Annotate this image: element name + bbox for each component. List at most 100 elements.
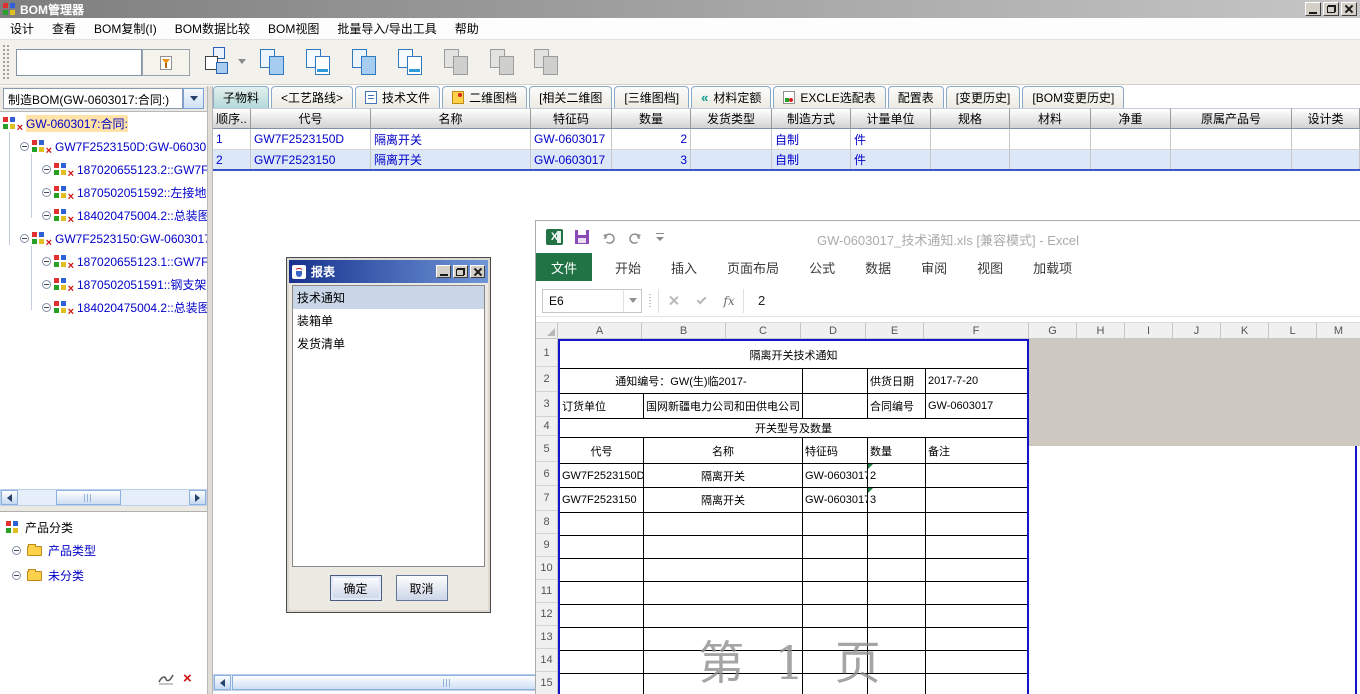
ribbon-tab-review[interactable]: 审阅 [906,253,962,281]
cell-supply-date[interactable]: 2017-7-20 [926,369,1027,393]
cell[interactable] [868,605,926,627]
ribbon-tab-page-layout[interactable]: 页面布局 [712,253,794,281]
row-header[interactable]: 6 [536,462,557,486]
column-header[interactable]: 顺序.. [213,108,251,129]
cell[interactable] [560,674,644,694]
cell-qty[interactable]: 2 [612,129,691,150]
ok-button[interactable]: 确定 [330,575,382,601]
cell[interactable] [803,369,868,393]
report-button[interactable] [142,49,190,76]
scroll-left-button[interactable] [1,490,18,505]
cell[interactable] [560,513,644,535]
category-item-product-type[interactable]: 产品类型 [0,538,207,563]
cell-name[interactable]: 隔离开关 [371,150,531,169]
table-row[interactable]: 1 GW7F2523150D 隔离开关 GW-0603017 2 自制 件 [213,129,1360,150]
cell-header-feature[interactable]: 特征码 [803,438,868,463]
tree-item[interactable]: GW7F2523150D:GW-0603017: [0,135,207,158]
list-item-packing-list[interactable]: 装箱单 [293,309,484,332]
dialog-close-button[interactable] [470,265,485,278]
cell[interactable] [803,559,868,581]
column-header[interactable]: 制造方式 [772,108,851,129]
cell-material[interactable] [1010,129,1091,150]
copy-button-3[interactable] [350,48,382,78]
cell[interactable] [868,513,926,535]
cell-orderer[interactable]: 国网新疆电力公司和田供电公司 [644,394,803,418]
scroll-left-button[interactable] [214,675,231,690]
ribbon-tab-data[interactable]: 数据 [850,253,906,281]
row-header[interactable]: 11 [536,580,557,603]
cell-unit[interactable]: 件 [851,129,931,150]
cell[interactable] [803,674,868,694]
column-header[interactable]: 原属产品号 [1171,108,1292,129]
cell-qty[interactable]: 3 [612,150,691,169]
cell-seq[interactable]: 2 [213,150,251,169]
cell[interactable] [868,582,926,604]
undo-icon[interactable] [601,231,616,244]
ribbon-tab-formulas[interactable]: 公式 [794,253,850,281]
cell[interactable] [803,394,868,418]
close-button[interactable] [1341,2,1357,16]
expand-handle-icon[interactable] [42,257,51,266]
cell[interactable] [803,536,868,558]
cell[interactable] [926,536,1027,558]
cell-spec[interactable] [931,129,1010,150]
signature-icon[interactable] [158,672,174,686]
cell-contract-label[interactable]: 合同编号 [868,394,926,418]
cell[interactable] [644,674,803,694]
row-header[interactable]: 8 [536,511,557,534]
cell[interactable] [644,536,803,558]
ribbon-tab-view[interactable]: 视图 [962,253,1018,281]
expand-handle-icon[interactable] [20,142,29,151]
col-header[interactable]: J [1173,323,1221,338]
cell-a6[interactable]: GW7F2523150D [560,464,644,487]
dialog-minimize-button[interactable] [436,265,451,278]
col-header[interactable]: H [1077,323,1125,338]
column-header[interactable]: 名称 [371,108,531,129]
cancel-button[interactable]: 取消 [396,575,448,601]
cell[interactable] [868,674,926,694]
panel-splitter[interactable] [207,86,213,694]
select-all-corner[interactable] [536,323,558,338]
cell-a7[interactable]: GW7F2523150 [560,488,644,512]
cell[interactable] [868,536,926,558]
row-header[interactable]: 4 [536,417,557,436]
column-header[interactable]: 规格 [931,108,1010,129]
cell-make-type[interactable]: 自制 [772,150,851,169]
cell-spec[interactable] [931,150,1010,169]
cell[interactable] [803,605,868,627]
tree-item[interactable]: 184020475004.2::总装图:3:. [0,296,207,319]
cell-origin[interactable] [1171,150,1292,169]
expand-handle-icon[interactable] [42,211,51,220]
copy-button-1[interactable] [258,48,290,78]
tree-item[interactable]: 1870502051592::左接地钢支 [0,181,207,204]
tab-process-route[interactable]: <工艺路线> [271,86,353,108]
cell[interactable] [868,651,926,673]
cell-d7[interactable]: GW-0603017 [803,488,868,512]
cell[interactable] [926,628,1027,650]
cell-weight[interactable] [1091,150,1171,169]
table-row[interactable]: 2 GW7F2523150 隔离开关 GW-0603017 3 自制 件 [213,150,1360,171]
cell-e6-selected[interactable]: 2 [868,464,926,487]
name-box-dropdown[interactable] [623,290,641,312]
tab-3d-docs[interactable]: [三维图档] [614,86,689,108]
redo-icon[interactable] [628,231,643,244]
tab-material-quota[interactable]: «材料定额 [691,86,771,108]
column-header[interactable]: 材料 [1010,108,1091,129]
cell-design[interactable] [1292,129,1360,150]
cell[interactable] [803,651,868,673]
cell-ship-type[interactable] [691,129,772,150]
col-header[interactable]: G [1029,323,1077,338]
name-box[interactable]: E6 [542,289,642,313]
cell[interactable] [926,605,1027,627]
expand-handle-icon[interactable] [42,188,51,197]
expand-handle-icon[interactable] [42,280,51,289]
confirm-entry-button[interactable] [687,300,715,302]
cell-notice-no[interactable]: 通知编号：GW(生)临2017- [560,369,803,393]
menu-import-export[interactable]: 批量导入/导出工具 [337,20,436,37]
cell-d6[interactable]: GW-0603017 [803,464,868,487]
cell-header-qty[interactable]: 数量 [868,438,926,463]
col-header[interactable]: F [924,323,1029,338]
customize-qat-icon[interactable] [655,232,665,242]
row-header[interactable]: 15 [536,672,557,694]
cancel-entry-button[interactable] [659,296,687,305]
